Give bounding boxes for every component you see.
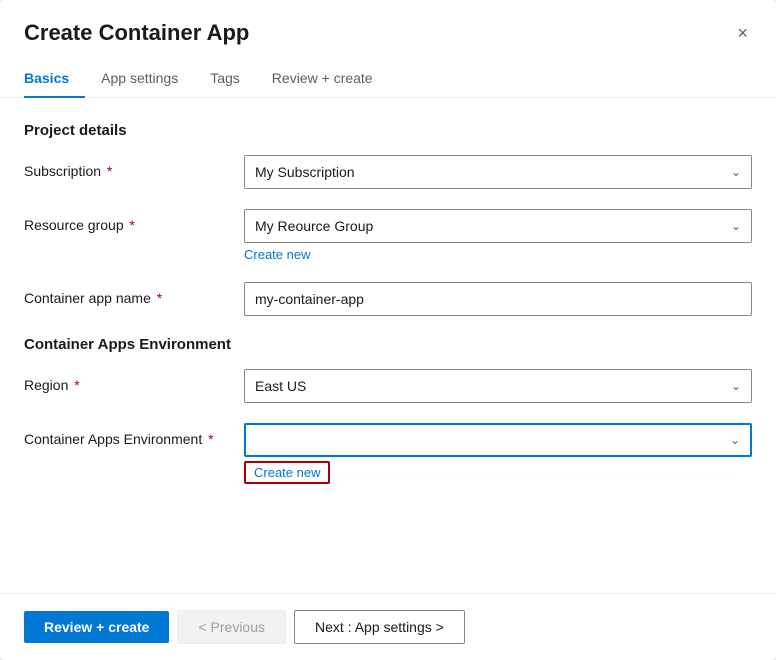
environment-required: * (204, 431, 213, 447)
subscription-dropdown[interactable]: My Subscription ⌄ (244, 155, 752, 189)
region-dropdown[interactable]: East US ⌄ (244, 369, 752, 403)
resource-group-control: My Reource Group ⌄ Create new (244, 209, 752, 262)
environment-row: Container Apps Environment * ⌄ Create ne… (24, 423, 752, 484)
create-container-app-dialog: Create Container App × Basics App settin… (0, 0, 776, 660)
dialog-title: Create Container App (24, 20, 249, 46)
container-app-name-row: Container app name * (24, 282, 752, 316)
container-app-name-control (244, 282, 752, 316)
subscription-label: Subscription * (24, 155, 244, 179)
region-label: Region * (24, 369, 244, 393)
subscription-control: My Subscription ⌄ (244, 155, 752, 189)
resource-group-dropdown[interactable]: My Reource Group ⌄ (244, 209, 752, 243)
environment-label: Container Apps Environment * (24, 423, 244, 447)
tab-basics[interactable]: Basics (24, 62, 85, 98)
region-control: East US ⌄ (244, 369, 752, 403)
container-app-name-label: Container app name * (24, 282, 244, 306)
region-required: * (70, 377, 79, 393)
tab-tags[interactable]: Tags (194, 62, 256, 98)
subscription-row: Subscription * My Subscription ⌄ (24, 155, 752, 189)
tab-app-settings[interactable]: App settings (85, 62, 194, 98)
resource-group-row: Resource group * My Reource Group ⌄ Crea… (24, 209, 752, 262)
resource-group-required: * (126, 217, 135, 233)
previous-button[interactable]: < Previous (177, 610, 286, 644)
resource-group-label: Resource group * (24, 209, 244, 233)
container-apps-env-section: Container Apps Environment (24, 336, 752, 353)
resource-group-dropdown-arrow: ⌄ (731, 219, 741, 233)
environment-dropdown-arrow: ⌄ (730, 433, 740, 447)
container-app-name-required: * (153, 290, 162, 306)
subscription-required: * (103, 163, 112, 179)
subscription-dropdown-arrow: ⌄ (731, 165, 741, 179)
region-row: Region * East US ⌄ (24, 369, 752, 403)
tab-bar: Basics App settings Tags Review + create (0, 46, 776, 98)
review-create-button[interactable]: Review + create (24, 611, 169, 643)
resource-group-create-new-link[interactable]: Create new (244, 247, 310, 262)
region-dropdown-arrow: ⌄ (731, 379, 741, 393)
environment-dropdown[interactable]: ⌄ (244, 423, 752, 457)
dialog-header: Create Container App × (0, 0, 776, 46)
form-content: Project details Subscription * My Subscr… (0, 98, 776, 593)
close-button[interactable]: × (733, 20, 752, 46)
tab-review-create[interactable]: Review + create (256, 62, 389, 98)
dialog-footer: Review + create < Previous Next : App se… (0, 593, 776, 660)
project-details-title: Project details (24, 122, 752, 139)
container-app-name-input[interactable] (244, 282, 752, 316)
environment-control: ⌄ Create new (244, 423, 752, 484)
next-button[interactable]: Next : App settings > (294, 610, 465, 644)
container-apps-env-title: Container Apps Environment (24, 336, 752, 353)
environment-create-new-link[interactable]: Create new (244, 461, 330, 484)
